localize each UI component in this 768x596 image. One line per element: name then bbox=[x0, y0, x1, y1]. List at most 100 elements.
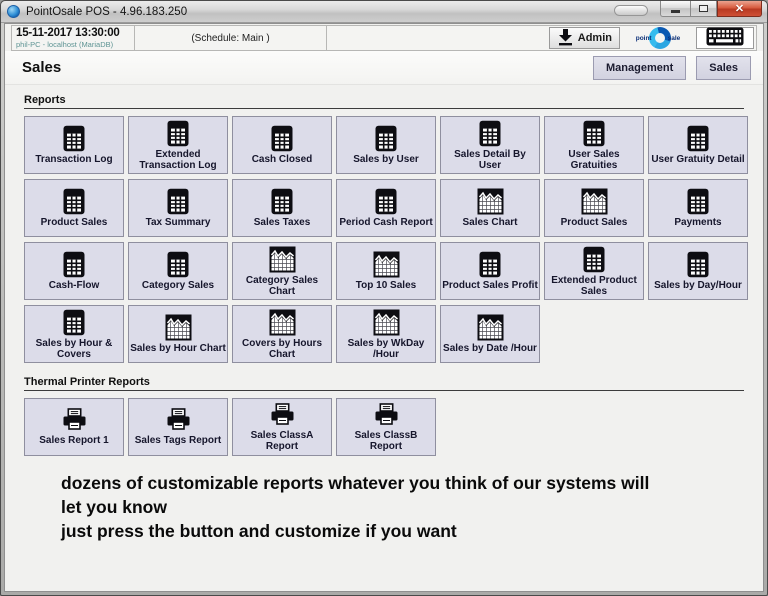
report-button-label: Sales by Date /Hour bbox=[443, 343, 537, 354]
chart-icon bbox=[165, 314, 192, 341]
report-button-label: Product Sales Profit bbox=[442, 280, 538, 291]
caption-text: dozens of customizable reports whatever … bbox=[61, 471, 744, 543]
close-icon: ✕ bbox=[735, 2, 744, 15]
report-button-label: Category Sales Chart bbox=[234, 275, 330, 297]
report-button-user-gratuity-detail[interactable]: User Gratuity Detail bbox=[648, 116, 748, 174]
section-grid: Transaction Log Extended Transaction Log C… bbox=[24, 116, 744, 363]
report-button-extended-transaction-log[interactable]: Extended Transaction Log bbox=[128, 116, 228, 174]
report-button-category-sales[interactable]: Category Sales bbox=[128, 242, 228, 300]
report-button-sales-classa-report[interactable]: Sales ClassA Report bbox=[232, 398, 332, 456]
caption-line: dozens of customizable reports whatever … bbox=[61, 471, 744, 495]
printer-icon bbox=[269, 403, 296, 428]
report-button-label: Tax Summary bbox=[146, 217, 211, 228]
report-button-label: Sales by WkDay /Hour bbox=[338, 338, 434, 360]
table-icon bbox=[62, 251, 86, 278]
schedule-value: (Schedule: Main ) bbox=[191, 33, 269, 44]
report-button-sales-by-user[interactable]: Sales by User bbox=[336, 116, 436, 174]
topbar: 15-11-2017 13:30:00 phil-PC - localhost … bbox=[11, 25, 757, 51]
window-content: 15-11-2017 13:30:00 phil-PC - localhost … bbox=[4, 23, 764, 592]
schedule-cell: (Schedule: Main ) bbox=[135, 25, 327, 51]
caption-line: just press the button and customize if y… bbox=[61, 519, 744, 543]
section-title: Thermal Printer Reports bbox=[24, 376, 744, 391]
report-button-label: User Sales Gratuities bbox=[546, 149, 642, 171]
report-button-payments[interactable]: Payments bbox=[648, 179, 748, 237]
table-icon bbox=[686, 188, 710, 215]
maximize-button[interactable] bbox=[690, 1, 717, 17]
sections: Reports Transaction Log Extended Transacti… bbox=[24, 94, 744, 456]
page-body: Reports Transaction Log Extended Transacti… bbox=[5, 85, 763, 591]
table-icon bbox=[374, 125, 398, 152]
report-button-covers-by-hours-chart[interactable]: Covers by Hours Chart bbox=[232, 305, 332, 363]
datetime-value: 15-11-2017 13:30:00 bbox=[16, 27, 130, 39]
report-button-extended-product-sales[interactable]: Extended Product Sales bbox=[544, 242, 644, 300]
page-header: Sales Management Sales bbox=[5, 51, 763, 85]
report-button-tax-summary[interactable]: Tax Summary bbox=[128, 179, 228, 237]
admin-label: Admin bbox=[578, 32, 612, 44]
report-button-cash-flow[interactable]: Cash-Flow bbox=[24, 242, 124, 300]
report-button-product-sales[interactable]: Product Sales bbox=[24, 179, 124, 237]
section-thermal-printer-reports: Thermal Printer Reports Sales Report 1 Sal… bbox=[24, 376, 744, 456]
report-button-label: Covers by Hours Chart bbox=[234, 338, 330, 360]
chart-icon bbox=[269, 246, 296, 273]
report-button-product-sales-profit[interactable]: Product Sales Profit bbox=[440, 242, 540, 300]
pointosale-logo: point sale bbox=[627, 27, 689, 49]
minimize-icon bbox=[671, 10, 680, 13]
report-button-sales-detail-by-user[interactable]: Sales Detail By User bbox=[440, 116, 540, 174]
report-button-label: Cash Closed bbox=[252, 154, 313, 165]
report-button-period-cash-report[interactable]: Period Cash Report bbox=[336, 179, 436, 237]
chart-icon bbox=[477, 314, 504, 341]
report-button-sales-report-1[interactable]: Sales Report 1 bbox=[24, 398, 124, 456]
report-button-sales-by-day-hour[interactable]: Sales by Day/Hour bbox=[648, 242, 748, 300]
minimize-button[interactable] bbox=[660, 1, 690, 17]
report-button-sales-chart[interactable]: Sales Chart bbox=[440, 179, 540, 237]
table-icon bbox=[582, 246, 606, 273]
titlebar-extra-button[interactable] bbox=[614, 5, 648, 16]
chart-icon bbox=[373, 309, 400, 336]
report-button-label: Sales ClassA Report bbox=[234, 430, 330, 452]
report-button-product-sales-2[interactable]: Product Sales bbox=[544, 179, 644, 237]
maximize-icon bbox=[699, 5, 708, 12]
report-button-label: Product Sales bbox=[41, 217, 108, 228]
table-icon bbox=[686, 125, 710, 152]
chart-icon bbox=[269, 309, 296, 336]
report-button-category-sales-chart[interactable]: Category Sales Chart bbox=[232, 242, 332, 300]
report-button-label: Sales Tags Report bbox=[135, 435, 222, 446]
report-button-transaction-log[interactable]: Transaction Log bbox=[24, 116, 124, 174]
printer-icon bbox=[165, 408, 192, 433]
section-title: Reports bbox=[24, 94, 744, 109]
table-icon bbox=[62, 125, 86, 152]
report-button-sales-by-hour-chart[interactable]: Sales by Hour Chart bbox=[128, 305, 228, 363]
report-button-label: Category Sales bbox=[142, 280, 214, 291]
table-icon bbox=[478, 251, 502, 278]
report-button-sales-by-date-hour[interactable]: Sales by Date /Hour bbox=[440, 305, 540, 363]
close-button[interactable]: ✕ bbox=[717, 1, 762, 17]
report-button-cash-closed[interactable]: Cash Closed bbox=[232, 116, 332, 174]
datetime-cell: 15-11-2017 13:30:00 phil-PC - localhost … bbox=[11, 25, 135, 51]
section-reports: Reports Transaction Log Extended Transacti… bbox=[24, 94, 744, 363]
report-button-label: Sales ClassB Report bbox=[338, 430, 434, 452]
keyboard-button[interactable] bbox=[696, 27, 754, 49]
report-button-label: Payments bbox=[674, 217, 721, 228]
report-button-label: Cash-Flow bbox=[49, 280, 100, 291]
chart-icon bbox=[581, 188, 608, 215]
table-icon bbox=[270, 125, 294, 152]
table-icon bbox=[686, 251, 710, 278]
report-button-top-10-sales[interactable]: Top 10 Sales bbox=[336, 242, 436, 300]
host-value: phil-PC - localhost (MariaDB) bbox=[16, 40, 130, 49]
report-button-label: Extended Product Sales bbox=[546, 275, 642, 297]
nav-sales-button[interactable]: Sales bbox=[696, 56, 751, 80]
report-button-sales-tags-report[interactable]: Sales Tags Report bbox=[128, 398, 228, 456]
chart-icon bbox=[373, 251, 400, 278]
report-button-sales-by-wkday-hour[interactable]: Sales by WkDay /Hour bbox=[336, 305, 436, 363]
app-window: PointOsale POS - 4.96.183.250 ✕ 15-11-20… bbox=[0, 0, 768, 596]
report-button-label: Extended Transaction Log bbox=[130, 149, 226, 171]
report-button-user-sales-gratuities[interactable]: User Sales Gratuities bbox=[544, 116, 644, 174]
report-button-sales-taxes[interactable]: Sales Taxes bbox=[232, 179, 332, 237]
report-button-label: Top 10 Sales bbox=[356, 280, 416, 291]
admin-button[interactable]: Admin bbox=[549, 27, 620, 49]
table-icon bbox=[166, 188, 190, 215]
report-button-sales-classb-report[interactable]: Sales ClassB Report bbox=[336, 398, 436, 456]
nav-management-button[interactable]: Management bbox=[593, 56, 686, 80]
report-button-sales-by-hour-covers[interactable]: Sales by Hour & Covers bbox=[24, 305, 124, 363]
app-icon bbox=[7, 5, 20, 18]
